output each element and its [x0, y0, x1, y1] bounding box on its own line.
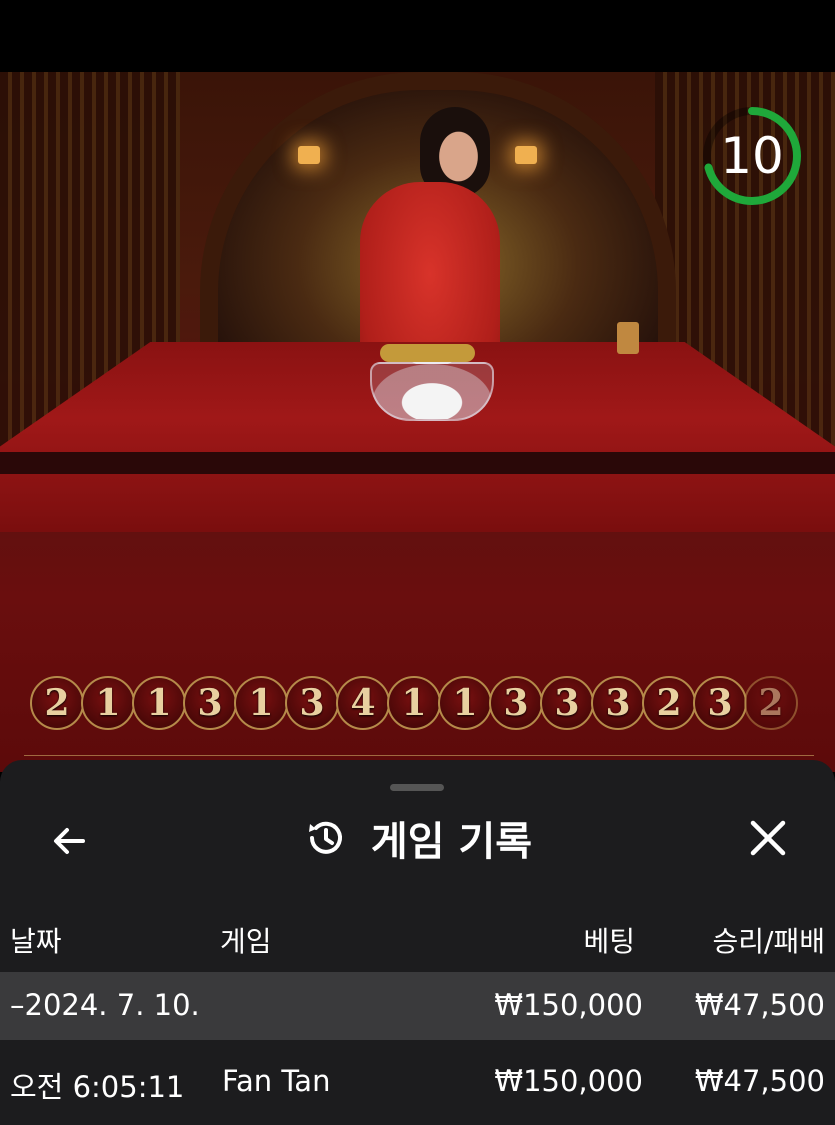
column-game: 게임 — [220, 925, 272, 958]
history-bead: 1 — [438, 676, 492, 730]
row-bet: ₩150,000 — [494, 1064, 643, 1098]
history-bead: 1 — [132, 676, 186, 730]
history-bead: 3 — [693, 676, 747, 730]
date-group-winloss: ₩47,500 — [694, 988, 825, 1022]
history-bead: 3 — [183, 676, 237, 730]
history-bead: 4 — [336, 676, 390, 730]
history-bead: 2 — [30, 676, 84, 730]
lantern — [298, 146, 320, 164]
panel-header: 게임 기록 — [0, 808, 835, 868]
history-bead: 1 — [234, 676, 288, 730]
countdown-timer: 10 — [700, 104, 804, 208]
column-winloss: 승리/패배 — [712, 925, 825, 958]
brass-cup — [617, 322, 639, 354]
game-history-panel: 게임 기록 날짜 게임 베팅 승리/패배 –2024. 7. 10. ₩150,… — [0, 760, 835, 1125]
history-bead: 3 — [285, 676, 339, 730]
history-bead: 1 — [81, 676, 135, 730]
close-button[interactable] — [742, 812, 794, 864]
bead-bowl — [370, 362, 494, 421]
history-bead: 3 — [489, 676, 543, 730]
history-icon — [308, 821, 342, 854]
column-date: 날짜 — [10, 925, 62, 958]
table-edge — [0, 452, 835, 474]
panel-title: 게임 기록 — [370, 819, 533, 865]
history-bead: 3 — [591, 676, 645, 730]
drag-handle[interactable] — [390, 784, 444, 791]
history-bead: 2 — [744, 676, 798, 730]
row-time: 오전 6:05:11 — [10, 1070, 185, 1104]
column-bet: 베팅 — [583, 925, 635, 958]
bead-road-history: 211313411333232 — [30, 676, 798, 730]
table-row[interactable]: 오전 6:05:11 Fan Tan ₩150,000 ₩47,500 — [0, 1048, 835, 1116]
status-bar — [0, 0, 835, 72]
row-game: Fan Tan — [222, 1064, 331, 1098]
history-bead: 1 — [387, 676, 441, 730]
date-group-row[interactable]: –2024. 7. 10. ₩150,000 ₩47,500 — [0, 972, 835, 1040]
table-header: 날짜 게임 베팅 승리/패배 — [0, 910, 835, 962]
cover-handle — [380, 344, 475, 362]
lantern — [515, 146, 537, 164]
close-icon — [750, 820, 786, 856]
history-bead: 2 — [642, 676, 696, 730]
row-winloss: ₩47,500 — [694, 1064, 825, 1098]
countdown-value: 10 — [720, 127, 784, 185]
date-group-label: –2024. 7. 10. — [10, 988, 200, 1022]
date-group-bet: ₩150,000 — [494, 988, 643, 1022]
history-bead: 3 — [540, 676, 594, 730]
